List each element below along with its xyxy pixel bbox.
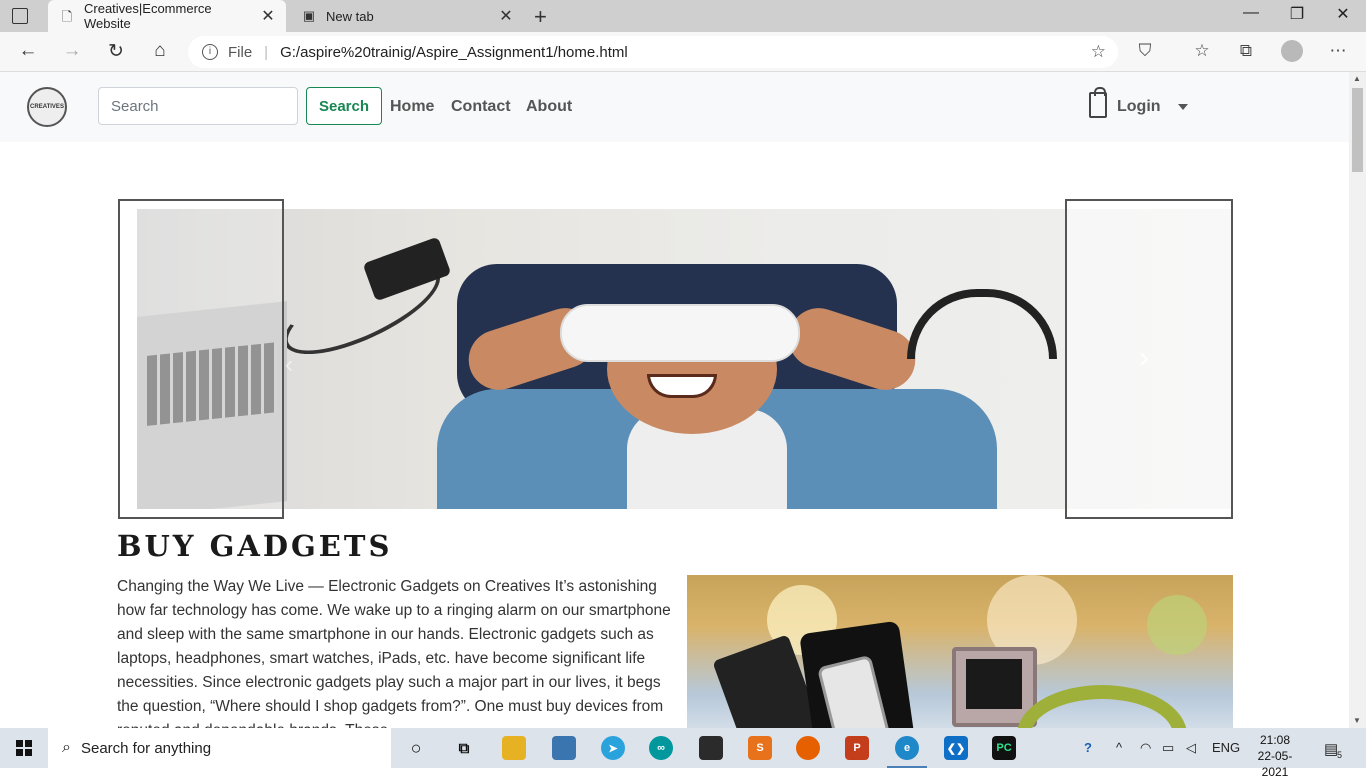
file-explorer-icon[interactable]	[502, 736, 526, 760]
profile-avatar[interactable]	[1281, 40, 1303, 62]
help-icon[interactable]: ?	[1084, 740, 1092, 755]
refresh-icon[interactable]: ↻	[104, 40, 128, 63]
taskbar: ⌕ Search for anything ○ ⧉ ➤ ∞ S P e ❮❯ P…	[0, 728, 1366, 779]
windows-start-icon[interactable]	[16, 740, 32, 756]
new-tab-page-icon: ▣	[302, 8, 316, 23]
nav-link-about[interactable]: About	[526, 98, 572, 116]
url-field[interactable]: i File | G:/aspire%20trainig/Aspire_Assi…	[188, 36, 1118, 68]
gadgets-image	[687, 575, 1233, 728]
shield-icon[interactable]: ⛉	[1134, 41, 1156, 61]
tab-actions-icon[interactable]	[12, 8, 28, 24]
forward-icon[interactable]: →	[60, 40, 84, 62]
search-icon: ⌕	[62, 739, 71, 756]
site-logo[interactable]: CREATIVES	[27, 87, 67, 127]
logo-text: CREATIVES	[30, 104, 64, 110]
clock-time: 21:08	[1259, 733, 1291, 747]
more-icon[interactable]: ⋯	[1327, 41, 1349, 61]
clock-date: 22-05-2021	[1257, 749, 1293, 779]
minimize-button[interactable]: —	[1228, 4, 1274, 22]
section-heading: BUY GADGETS	[117, 529, 393, 563]
python-icon[interactable]	[552, 736, 576, 760]
search-button[interactable]: Search	[306, 87, 382, 125]
tab-strip: 🗋 Creatives|Ecommerce Website ✕ ▣ New ta…	[0, 0, 1366, 32]
taskbar-search[interactable]: ⌕ Search for anything	[48, 728, 391, 768]
chevron-up-icon[interactable]: ^	[1116, 740, 1122, 755]
add-favorite-icon[interactable]: ☆	[1091, 42, 1106, 62]
back-icon[interactable]: ←	[16, 40, 40, 62]
battery-icon[interactable]: ▭	[1162, 740, 1174, 756]
page-icon: 🗋	[61, 9, 73, 24]
nav-link-home[interactable]: Home	[390, 98, 434, 116]
tab-title: New tab	[326, 8, 374, 24]
app-icon[interactable]	[699, 736, 723, 760]
arduino-icon[interactable]: ∞	[649, 736, 673, 760]
tab-title: Creatives|Ecommerce Website	[84, 1, 212, 31]
close-tab-icon[interactable]: ✕	[258, 6, 278, 26]
carousel-next-button[interactable]: ›	[1065, 199, 1233, 519]
carousel-prev-button[interactable]: ‹	[118, 199, 293, 519]
task-view-icon[interactable]: ⧉	[452, 736, 476, 760]
close-tab-icon[interactable]: ✕	[496, 6, 516, 26]
tab-active[interactable]: 🗋 Creatives|Ecommerce Website ✕	[48, 0, 286, 32]
scrollbar-thumb[interactable]	[1352, 88, 1363, 172]
shopping-bag-icon[interactable]	[1089, 87, 1107, 118]
chevron-down-icon[interactable]	[1178, 104, 1188, 110]
close-window-button[interactable]: ✕	[1320, 4, 1366, 24]
firefox-icon[interactable]	[796, 736, 820, 760]
notification-count: 5	[1337, 750, 1343, 760]
pycharm-icon[interactable]: PC	[992, 736, 1016, 760]
chevron-right-icon: ›	[1139, 341, 1149, 374]
language-indicator[interactable]: ENG	[1212, 740, 1240, 755]
scheme-label: File	[228, 43, 253, 61]
wifi-icon[interactable]: ◠	[1140, 740, 1151, 756]
address-bar: ← → ↻ ⌂ i File | G:/aspire%20trainig/Asp…	[0, 32, 1366, 72]
section-paragraph: Changing the Way We Live — Electronic Ga…	[117, 578, 671, 728]
tab-new[interactable]: ▣ New tab ✕	[290, 0, 524, 32]
volume-icon[interactable]: ◁	[1186, 740, 1196, 756]
vscode-icon[interactable]: ❮❯	[944, 736, 968, 760]
scroll-up-icon[interactable]: ▲	[1353, 74, 1361, 83]
telegram-icon[interactable]: ➤	[601, 736, 625, 760]
home-icon[interactable]: ⌂	[148, 40, 172, 62]
url-text: G:/aspire%20trainig/Aspire_Assignment1/h…	[280, 43, 628, 61]
sublime-text-icon[interactable]: S	[748, 736, 772, 760]
site-navbar: CREATIVES Search Search Home Contact Abo…	[0, 72, 1349, 142]
divider: |	[264, 43, 269, 61]
page-scrollbar[interactable]: ▲ ▼	[1349, 72, 1366, 728]
new-tab-button[interactable]: +	[534, 4, 547, 30]
powerpoint-icon[interactable]: P	[845, 736, 869, 760]
cortana-icon[interactable]: ○	[404, 736, 428, 760]
scroll-down-icon[interactable]: ▼	[1353, 716, 1361, 725]
clock[interactable]: 21:08 22-05-2021	[1250, 732, 1300, 780]
login-button[interactable]: Login	[1117, 98, 1161, 116]
edge-icon[interactable]: e	[895, 736, 919, 760]
nav-link-contact[interactable]: Contact	[451, 98, 511, 116]
taskbar-search-placeholder: Search for anything	[80, 739, 212, 757]
collections-icon[interactable]: ⧉	[1235, 41, 1257, 61]
info-icon[interactable]: i	[202, 44, 218, 60]
favorites-icon[interactable]: ☆	[1191, 41, 1213, 61]
chevron-left-icon: ‹	[285, 351, 293, 378]
page-viewport: CREATIVES Search Search Home Contact Abo…	[0, 72, 1349, 728]
search-input[interactable]: Search	[98, 87, 298, 125]
restore-button[interactable]: ❐	[1274, 4, 1320, 24]
